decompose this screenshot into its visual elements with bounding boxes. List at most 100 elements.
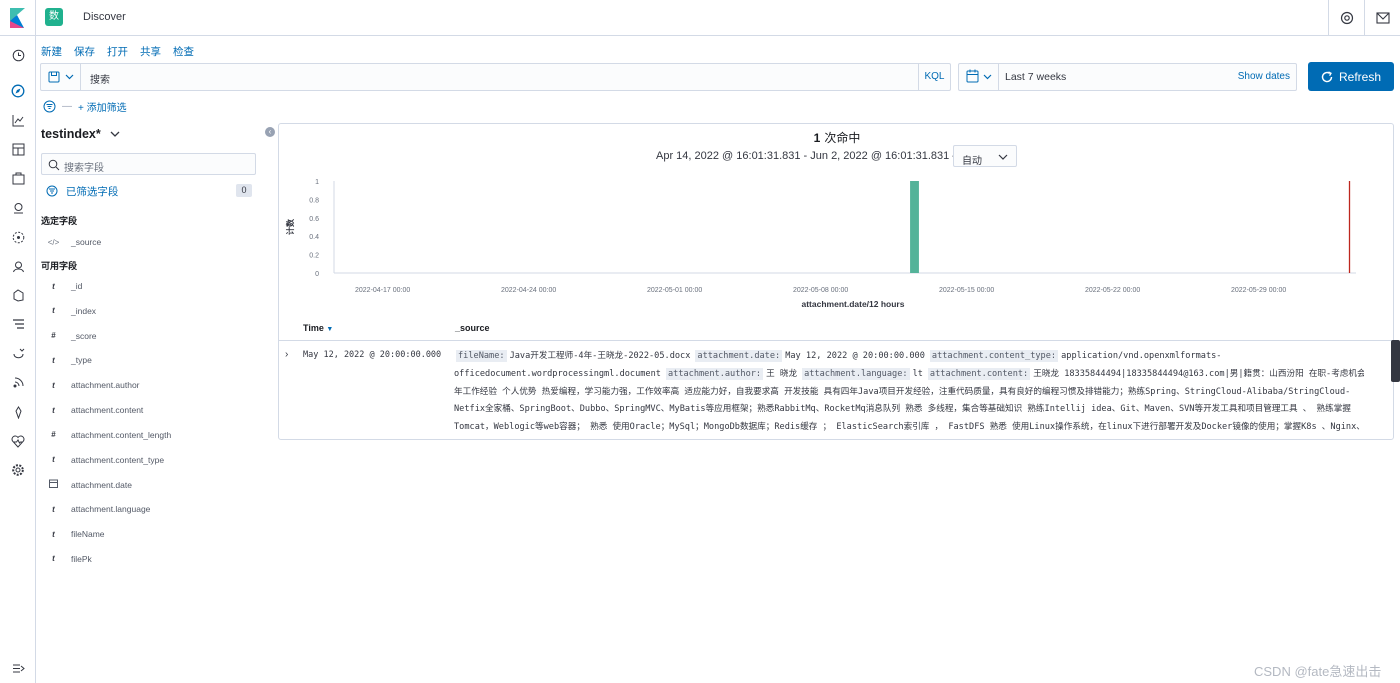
y-axis-title: 计数 — [285, 218, 295, 235]
add-filter-link[interactable]: + 添加筛选 — [78, 99, 127, 114]
discover-compass-icon[interactable] — [10, 83, 26, 99]
field-name: _source — [71, 237, 102, 247]
collapse-nav-icon[interactable] — [10, 660, 26, 676]
field-item-source[interactable]: </> _source — [46, 237, 102, 247]
refresh-label: Refresh — [1338, 69, 1382, 84]
logs-icon[interactable] — [10, 287, 26, 303]
infrastructure-icon[interactable] — [10, 258, 26, 274]
saved-query-button[interactable] — [41, 64, 81, 90]
x-tick-label: 2022-05-15 00:00 — [939, 287, 994, 294]
field-name: fileName — [71, 529, 105, 539]
x-axis-title: attachment.date/12 hours — [802, 299, 905, 309]
x-tick-label: 2022-05-29 00:00 — [1231, 287, 1286, 294]
show-dates-link[interactable]: Show dates — [1238, 71, 1290, 82]
source-value: Netfix全家桶、SpringBoot、Dubbo、SpringMVC、MyB… — [454, 404, 1351, 415]
menu-save[interactable]: 保存 — [74, 44, 95, 59]
field-item-attachment-language[interactable]: t attachment.language — [46, 504, 150, 514]
field-type-icon: t — [52, 504, 55, 514]
field-type-icon: </> — [47, 237, 60, 247]
row-source: fileName: Java开发工程师-4年-王晓龙-2022-05.docx at… — [454, 348, 1364, 438]
dashboard-icon[interactable] — [10, 141, 26, 157]
column-header-time[interactable]: Time ▼ — [303, 323, 333, 333]
visualize-icon[interactable] — [10, 112, 26, 128]
menu-new[interactable]: 新建 — [41, 44, 62, 59]
field-type-icon: t — [52, 281, 55, 291]
field-type-icon: # — [51, 430, 56, 440]
time-range-label[interactable]: Last 7 weeks — [1005, 71, 1066, 83]
index-pattern-selector[interactable]: testindex* — [41, 127, 120, 141]
interval-select[interactable]: 自动 — [953, 145, 1017, 167]
filter-options-icon[interactable] — [43, 100, 56, 113]
recent-clock-icon[interactable] — [10, 47, 26, 63]
y-tick-label: 0 — [315, 271, 319, 278]
time-picker: Last 7 weeks Show dates — [958, 63, 1297, 91]
menu-share[interactable]: 共享 — [140, 44, 161, 59]
field-item-filePk[interactable]: t filePk — [46, 554, 92, 564]
calendar-icon — [46, 479, 61, 490]
field-item-index[interactable]: t _index — [46, 306, 96, 316]
field-name: _score — [71, 330, 97, 341]
maps-icon[interactable] — [10, 200, 26, 216]
source-key: fileName: — [456, 350, 507, 362]
source-value: application/vnd.openxmlformats- — [1061, 351, 1222, 361]
field-name: attachment.language — [71, 504, 151, 515]
source-key: attachment.content: — [927, 367, 1031, 380]
dev-tools-icon[interactable] — [10, 404, 26, 420]
field-sidebar: testindex* 搜索字段 已筛选字段 0 选定字段 </> _source… — [36, 120, 268, 683]
x-tick-label: 2022-04-24 00:00 — [501, 287, 556, 294]
refresh-button[interactable]: Refresh — [1308, 62, 1394, 91]
field-name: filePk — [71, 553, 92, 564]
field-type-icon: t — [52, 455, 55, 465]
menu-inspect[interactable]: 检查 — [173, 44, 194, 59]
uptime-icon[interactable] — [10, 345, 26, 361]
source-value: May 12, 2022 @ 20:00:00.000 — [785, 351, 925, 361]
field-item-attachment-content[interactable]: t attachment.content — [46, 405, 143, 415]
filter-bar: — + 添加筛选 — [43, 99, 127, 114]
field-type-icon: t — [52, 306, 55, 316]
field-name: _index — [71, 305, 97, 316]
apm-icon[interactable] — [10, 316, 26, 332]
field-item-attachment-date[interactable]: attachment.date — [46, 479, 132, 490]
refresh-icon — [1321, 70, 1333, 82]
chevron-down-icon — [998, 154, 1008, 160]
histogram-bar — [910, 181, 919, 273]
x-tick-label: 2022-05-08 00:00 — [793, 287, 848, 294]
field-search-placeholder: 搜索字段 — [64, 163, 104, 174]
field-item-attachment-content-type[interactable]: t attachment.content_type — [46, 455, 164, 465]
field-item-attachment-author[interactable]: t attachment.author — [46, 380, 140, 391]
quick-select-button[interactable] — [959, 64, 999, 90]
monitoring-icon[interactable] — [10, 433, 26, 449]
results-panel: 1 次命中 Apr 14, 2022 @ 16:01:31.831 - Jun 2… — [278, 123, 1394, 440]
collapse-sidebar-button[interactable]: ‹ — [265, 127, 275, 137]
query-bar: 搜索 KQL — [40, 63, 951, 91]
management-gear-icon[interactable] — [10, 462, 26, 478]
siem-icon[interactable] — [10, 374, 26, 390]
expand-row-icon[interactable]: › — [285, 349, 288, 360]
help-icon[interactable] — [1328, 0, 1364, 36]
hit-label: 次命中 — [824, 131, 861, 145]
field-item-score[interactable]: # _score — [46, 330, 97, 341]
scroll-handle[interactable] — [1391, 340, 1400, 382]
chart-time-range: Apr 14, 2022 @ 16:01:31.831 - Jun 2, 202… — [656, 150, 964, 162]
index-pattern-name: testindex* — [41, 127, 101, 141]
kql-toggle[interactable]: KQL — [918, 64, 950, 90]
field-item-id[interactable]: t _id — [46, 281, 82, 291]
hit-count: 1 次命中 — [279, 129, 1395, 146]
menu-open[interactable]: 打开 — [107, 44, 128, 59]
field-search-input[interactable]: 搜索字段 — [41, 153, 256, 175]
field-item-attachment-content-length[interactable]: # attachment.content_length — [46, 430, 171, 440]
y-tick-label: 0.4 — [309, 234, 319, 241]
field-item-fileName[interactable]: t fileName — [46, 529, 105, 539]
ml-icon[interactable] — [10, 229, 26, 245]
mail-icon[interactable] — [1364, 0, 1400, 36]
filtered-fields-toggle[interactable]: 已筛选字段 — [46, 184, 118, 199]
canvas-icon[interactable] — [10, 170, 26, 186]
field-type-icon: t — [52, 554, 55, 564]
discover-app-icon[interactable]: 数 — [45, 8, 63, 26]
search-input[interactable]: 搜索 — [90, 71, 110, 86]
kibana-logo[interactable] — [0, 0, 36, 36]
field-item-type[interactable]: t _type — [46, 355, 92, 365]
field-name: attachment.author — [71, 380, 140, 391]
sort-desc-icon[interactable]: ▼ — [326, 326, 333, 333]
available-fields-title: 可用字段 — [41, 261, 78, 271]
